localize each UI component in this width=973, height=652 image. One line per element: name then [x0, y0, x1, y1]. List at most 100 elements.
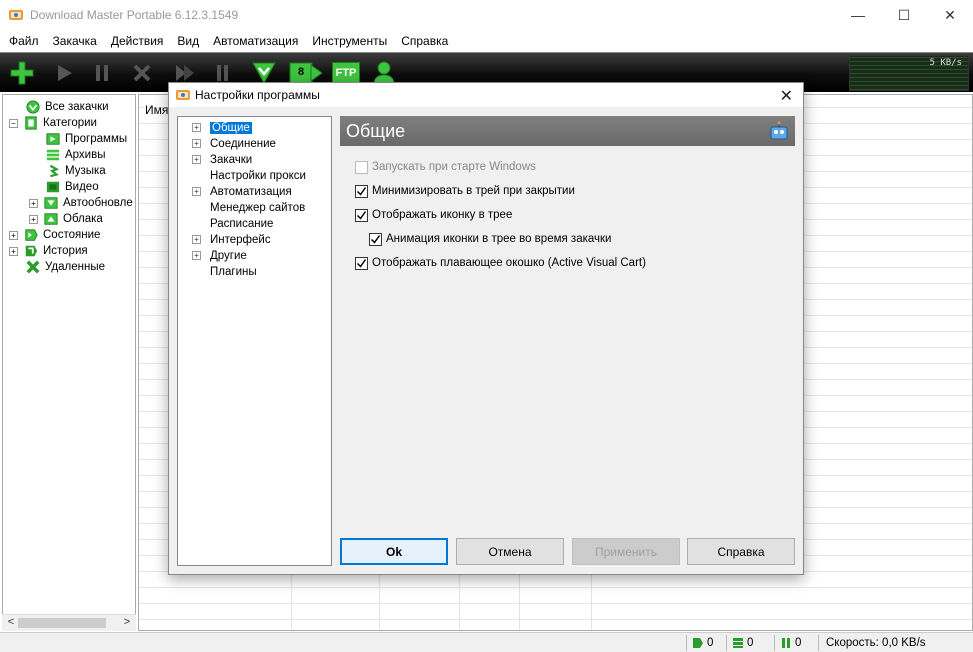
option-show-tray-icon[interactable]: Отображать иконку в трее	[355, 207, 512, 223]
option-label: Минимизировать в трей при закрытии	[372, 185, 575, 197]
tree-item-label: Категории	[43, 117, 97, 129]
tree-item-label: Автообновле	[63, 197, 133, 209]
settings-tree-interface[interactable]: + Интерфейс	[192, 232, 271, 247]
settings-tree-label: Плагины	[210, 265, 257, 278]
settings-tree-schedule[interactable]: Расписание	[192, 216, 273, 231]
category-tree: Все закачки − Категории Программы Архивы…	[2, 94, 136, 631]
cancel-button[interactable]: Отмена	[456, 538, 564, 565]
section-title: Общие	[346, 120, 406, 141]
checkbox[interactable]	[355, 208, 368, 222]
section-header: Общие	[340, 116, 795, 146]
settings-tree-label: Менеджер сайтов	[210, 201, 306, 214]
expand-icon[interactable]: +	[9, 230, 18, 240]
minimize-button[interactable]: —	[835, 0, 881, 30]
expand-icon[interactable]: +	[192, 251, 201, 260]
app-icon	[9, 10, 23, 20]
tree-horizontal-scrollbar[interactable]: < >	[2, 614, 136, 631]
play-icon	[58, 65, 72, 81]
menu-file[interactable]: Файл	[2, 34, 46, 48]
tree-item-label: Все закачки	[45, 101, 109, 113]
menu-download[interactable]: Закачка	[46, 34, 104, 48]
option-label: Запускать при старте Windows	[372, 161, 536, 173]
checkbox[interactable]	[369, 232, 382, 246]
active-download-icon	[693, 638, 703, 648]
maximize-button[interactable]: ☐	[881, 0, 927, 30]
expand-icon[interactable]: +	[192, 187, 201, 196]
add-download-button[interactable]	[6, 58, 38, 88]
status-bar: 0 0 0 Скорость: 0,0 KB/s	[0, 632, 973, 652]
checkmark-icon	[356, 258, 367, 268]
close-button[interactable]: ✕	[927, 0, 973, 30]
settings-tree: + Общие + Соединение + Закачки Настройки пр…	[177, 116, 332, 566]
scrollbar-thumb[interactable]	[18, 618, 106, 628]
tree-item-categories[interactable]: − Категории	[9, 115, 97, 131]
ok-button[interactable]: Ok	[340, 538, 448, 565]
app-icon	[176, 90, 190, 100]
option-start-with-windows[interactable]: Запускать при старте Windows	[355, 159, 536, 175]
checkmark-icon	[356, 210, 367, 220]
menu-help[interactable]: Справка	[394, 34, 455, 48]
music-icon	[49, 164, 60, 178]
tree-item-label: Удаленные	[45, 261, 105, 273]
settings-tree-connection[interactable]: + Соединение	[192, 136, 276, 151]
expand-icon[interactable]: +	[29, 214, 38, 224]
help-button[interactable]: Справка	[687, 538, 795, 565]
tree-item-history[interactable]: + История	[9, 243, 88, 259]
pause-button[interactable]	[86, 58, 118, 88]
apply-button[interactable]: Применить	[572, 538, 680, 565]
expand-icon[interactable]: +	[192, 155, 201, 164]
active-count: 0	[707, 637, 714, 649]
ftp-label: FTP	[335, 67, 357, 79]
tree-item-status[interactable]: + Состояние	[9, 227, 100, 243]
column-header-name[interactable]: Имя	[145, 103, 168, 117]
expand-icon[interactable]: +	[192, 139, 201, 148]
status-queued: 0	[732, 635, 753, 651]
expand-icon[interactable]: +	[9, 246, 18, 256]
tree-item-label: Архивы	[65, 149, 106, 161]
settings-tree-downloads[interactable]: + Закачки	[192, 152, 252, 167]
tree-item-deleted[interactable]: Удаленные	[25, 259, 105, 275]
expand-icon[interactable]: +	[192, 235, 201, 244]
start-button[interactable]	[48, 58, 80, 88]
tree-item-all[interactable]: Все закачки	[25, 99, 109, 115]
menu-tools[interactable]: Инструменты	[305, 34, 394, 48]
status-paused: 0	[780, 635, 801, 651]
tree-item-autoupdate[interactable]: + Автообновле	[29, 195, 133, 211]
settings-tree-general[interactable]: + Общие	[192, 120, 252, 135]
option-minimize-to-tray[interactable]: Минимизировать в трей при закрытии	[355, 183, 575, 199]
separator	[818, 635, 819, 651]
settings-tree-other[interactable]: + Другие	[192, 248, 247, 263]
settings-tree-site-manager[interactable]: Менеджер сайтов	[192, 200, 305, 215]
menu-view[interactable]: Вид	[170, 34, 206, 48]
expand-icon[interactable]: +	[29, 198, 38, 208]
tree-item-video[interactable]: Видео	[45, 179, 99, 195]
tree-item-music[interactable]: Музыка	[45, 163, 106, 179]
option-animate-tray-icon[interactable]: Анимация иконки в трее во время закачки	[369, 231, 611, 247]
window-title: Download Master Portable 6.12.3.1549	[30, 8, 239, 22]
expand-icon[interactable]: −	[9, 118, 18, 128]
expand-icon[interactable]: +	[192, 123, 201, 132]
tree-item-clouds[interactable]: + Облака	[29, 211, 103, 227]
menu-automation[interactable]: Автоматизация	[206, 34, 305, 48]
tree-item-archives[interactable]: Архивы	[45, 147, 106, 163]
scroll-right-icon[interactable]: >	[120, 616, 134, 630]
tree-item-programs[interactable]: Программы	[45, 131, 127, 147]
history-icon	[25, 245, 38, 257]
checkbox[interactable]	[355, 256, 368, 270]
settings-tree-automation[interactable]: + Автоматизация	[192, 184, 292, 199]
checkbox[interactable]	[355, 160, 368, 174]
checkbox[interactable]	[355, 184, 368, 198]
settings-tree-proxy[interactable]: Настройки прокси	[192, 168, 306, 183]
speed-text: Скорость: 0,0 KB/s	[826, 637, 926, 649]
autoupdate-icon	[44, 197, 58, 209]
settings-tree-plugins[interactable]: Плагины	[192, 264, 257, 279]
delete-button[interactable]	[126, 58, 158, 88]
menu-actions[interactable]: Действия	[104, 34, 171, 48]
programs-icon	[46, 133, 60, 145]
status-speed: Скорость: 0,0 KB/s	[826, 635, 926, 651]
scroll-left-icon[interactable]: <	[4, 616, 18, 630]
option-show-floating-window[interactable]: Отображать плавающее окошко (Active Visu…	[355, 255, 646, 271]
dialog-title-bar: Настройки программы ✕	[169, 83, 803, 107]
tree-item-label: История	[43, 245, 88, 257]
dialog-close-button[interactable]: ✕	[780, 86, 793, 106]
